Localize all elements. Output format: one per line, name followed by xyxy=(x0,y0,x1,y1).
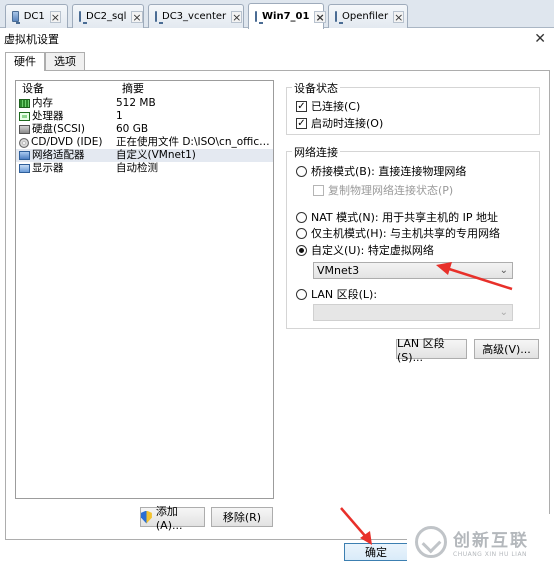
watermark-cn: 创新互联 xyxy=(453,530,529,551)
close-icon[interactable]: × xyxy=(231,10,243,23)
network-adapter-icon xyxy=(19,151,30,160)
vm-tab-label: Openfiler xyxy=(342,11,389,22)
device-row-cdrom[interactable]: CD/DVD (IDE) 正在使用文件 D:\ISO\cn_office_p..… xyxy=(16,136,273,149)
dialog-title: 虚拟机设置 xyxy=(4,33,59,46)
device-row-processor[interactable]: 处理器 1 xyxy=(16,110,273,123)
column-header-summary: 摘要 xyxy=(122,82,144,95)
add-device-button[interactable]: 添加(A)... xyxy=(140,505,205,532)
dialog-tabs: 硬件 选项 xyxy=(5,52,85,71)
device-summary: 1 xyxy=(116,110,123,122)
lan-segments-button[interactable]: LAN 区段(S)... xyxy=(396,337,467,364)
connected-label: 已连接(C) xyxy=(311,100,361,113)
device-summary: 自定义(VMnet1) xyxy=(116,149,196,161)
memory-icon xyxy=(19,99,30,108)
chevron-down-icon: ⌄ xyxy=(499,307,508,318)
device-row-display[interactable]: 显示器 自动检测 xyxy=(16,162,273,175)
device-summary: 正在使用文件 D:\ISO\cn_office_p... xyxy=(116,136,273,148)
connected-checkbox[interactable]: ✓ xyxy=(296,100,307,112)
custom-radio-row[interactable]: 自定义(U): 特定虚拟网络 xyxy=(296,242,434,258)
replicate-state-label: 复制物理网络连接状态(P) xyxy=(328,184,454,197)
nat-radio[interactable] xyxy=(296,211,307,223)
display-icon xyxy=(19,164,30,173)
device-name: 网络适配器 xyxy=(32,149,85,161)
column-header-device: 设备 xyxy=(22,82,44,95)
vm-tab-label: DC2_sql xyxy=(86,11,127,22)
lan-segment-radio[interactable] xyxy=(296,288,307,300)
harddisk-icon xyxy=(19,125,30,134)
device-row-harddisk[interactable]: 硬盘(SCSI) 60 GB xyxy=(16,123,273,136)
custom-network-value: VMnet3 xyxy=(317,264,360,277)
close-icon[interactable]: × xyxy=(393,10,405,23)
bridged-radio-row[interactable]: 桥接模式(B): 直接连接物理网络 xyxy=(296,163,466,179)
lan-segment-label: LAN 区段(L): xyxy=(311,288,378,301)
connect-on-power-row[interactable]: ✓ 启动时连接(O) xyxy=(296,115,383,131)
host-only-label: 仅主机模式(H): 与主机共享的专用网络 xyxy=(311,227,501,240)
close-icon[interactable]: × xyxy=(131,10,143,23)
device-summary: 自动检测 xyxy=(116,162,158,174)
custom-label: 自定义(U): 特定虚拟网络 xyxy=(311,244,434,257)
device-name: 内存 xyxy=(32,97,53,109)
cdrom-icon xyxy=(19,137,29,148)
vm-tab-dc1[interactable]: DC1 × xyxy=(5,4,68,28)
vm-tab-openfiler[interactable]: Openfiler × xyxy=(328,4,408,28)
vm-icon xyxy=(255,11,263,24)
host-only-radio-row[interactable]: 仅主机模式(H): 与主机共享的专用网络 xyxy=(296,225,500,241)
bridged-label: 桥接模式(B): 直接连接物理网络 xyxy=(311,165,467,178)
device-name: 处理器 xyxy=(32,110,64,122)
device-list-header: 设备 摘要 xyxy=(16,81,273,97)
watermark: 创新互联 CHUANG XIN HU LIAN xyxy=(407,514,554,569)
advanced-button[interactable]: 高级(V)... xyxy=(474,339,539,359)
device-row-memory[interactable]: 内存 512 MB xyxy=(16,97,273,110)
vm-tab-label: Win7_01 xyxy=(262,11,310,22)
tab-hardware[interactable]: 硬件 xyxy=(5,52,45,71)
lan-segment-select: ⌄ xyxy=(313,304,513,321)
close-icon[interactable]: × xyxy=(49,10,61,23)
remove-device-button[interactable]: 移除(R) xyxy=(211,507,273,527)
vm-tab-win7-01[interactable]: Win7_01 × xyxy=(248,3,326,29)
bridged-radio[interactable] xyxy=(296,165,307,177)
host-only-radio[interactable] xyxy=(296,227,307,239)
vm-tab-dc3-vcenter[interactable]: DC3_vcenter × xyxy=(148,4,244,28)
close-icon[interactable]: × xyxy=(314,10,326,23)
nat-radio-row[interactable]: NAT 模式(N): 用于共享主机的 IP 地址 xyxy=(296,209,498,225)
connect-on-power-checkbox[interactable]: ✓ xyxy=(296,117,307,129)
device-name: 硬盘(SCSI) xyxy=(32,123,85,135)
processor-icon xyxy=(19,112,30,121)
connect-on-power-label: 启动时连接(O) xyxy=(311,117,384,130)
network-connection-label: 网络连接 xyxy=(292,144,340,160)
vm-tab-strip: DC1 × DC2_sql × DC3_vcenter × Win7_01 × … xyxy=(0,0,554,29)
close-icon[interactable]: ✕ xyxy=(534,31,546,47)
replicate-state-checkbox xyxy=(313,184,324,196)
add-device-label: 添加(A)... xyxy=(155,504,183,532)
watermark-en: CHUANG XIN HU LIAN xyxy=(453,550,528,558)
custom-network-select[interactable]: VMnet3 ⌄ xyxy=(313,262,513,279)
chevron-down-icon: ⌄ xyxy=(499,265,508,276)
device-name: 显示器 xyxy=(32,162,64,174)
lan-segment-radio-row[interactable]: LAN 区段(L): xyxy=(296,286,377,302)
custom-radio[interactable] xyxy=(296,244,307,256)
dialog-titlebar: 虚拟机设置 ✕ xyxy=(0,29,554,49)
device-summary: 60 GB xyxy=(116,123,149,135)
tab-options[interactable]: 选项 xyxy=(45,52,85,70)
device-status-label: 设备状态 xyxy=(292,80,340,96)
watermark-logo-icon xyxy=(415,525,447,558)
uac-shield-icon xyxy=(141,510,152,524)
replicate-state-row: 复制物理网络连接状态(P) xyxy=(313,182,453,198)
device-name: CD/DVD (IDE) xyxy=(31,136,103,148)
nat-label: NAT 模式(N): 用于共享主机的 IP 地址 xyxy=(311,211,498,224)
vm-icon xyxy=(155,11,163,24)
vm-tab-label: DC1 xyxy=(23,11,45,22)
vm-icon xyxy=(335,11,343,24)
device-summary: 512 MB xyxy=(116,97,156,109)
device-list[interactable]: 设备 摘要 内存 512 MB 处理器 1 硬盘(SCSI) 60 GB CD/… xyxy=(15,80,274,499)
vm-tab-label: DC3_vcenter xyxy=(162,11,227,22)
connected-checkbox-row[interactable]: ✓ 已连接(C) xyxy=(296,98,360,114)
vm-icon xyxy=(79,11,87,24)
device-row-network-adapter[interactable]: 网络适配器 自定义(VMnet1) xyxy=(16,149,273,162)
ok-button[interactable]: 确定 xyxy=(344,543,408,561)
vm-icon xyxy=(12,11,20,24)
vm-tab-dc2-sql[interactable]: DC2_sql × xyxy=(72,4,144,28)
